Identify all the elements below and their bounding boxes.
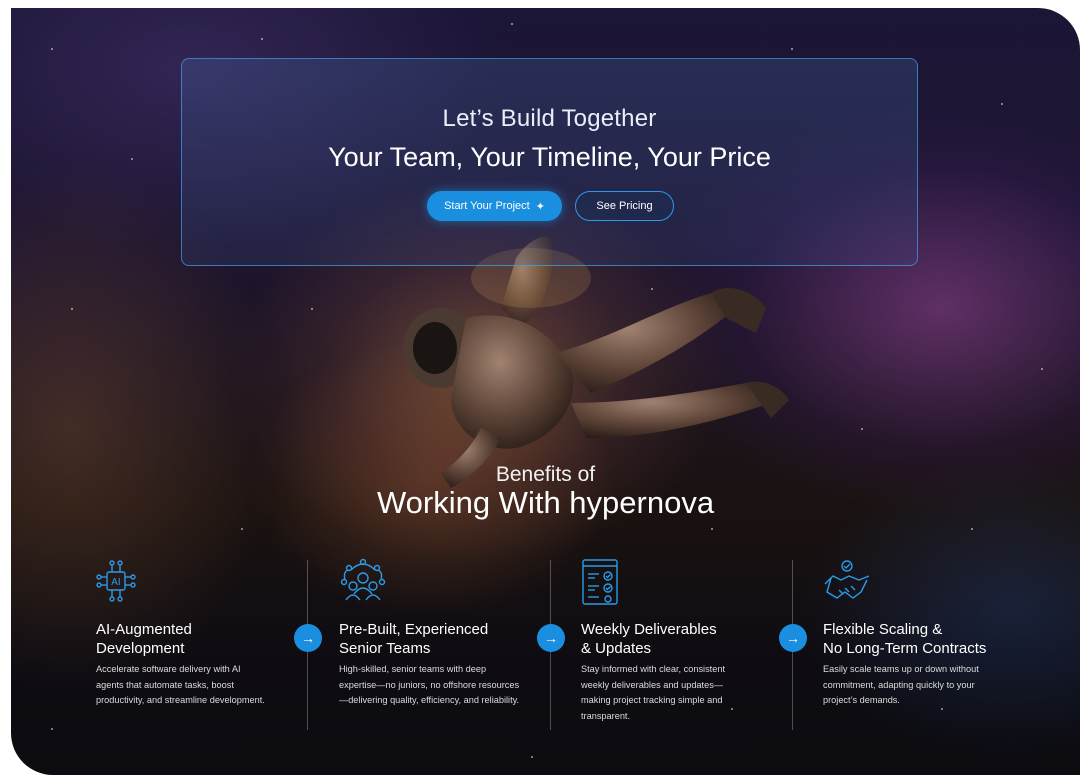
benefit-title: AI-Augmented Development bbox=[96, 621, 192, 657]
arrow-right-icon[interactable]: → bbox=[294, 624, 322, 652]
arrow-right-icon[interactable]: → bbox=[779, 624, 807, 652]
benefit-ai-augmented: AI AI-Augmented Development Accelerate s… bbox=[96, 558, 266, 709]
svg-text:AI: AI bbox=[111, 577, 120, 588]
cta-title: Your Team, Your Timeline, Your Price bbox=[328, 142, 771, 172]
sparkle-icon: ✦ bbox=[535, 200, 545, 213]
benefit-description: Stay informed with clear, consistent wee… bbox=[581, 664, 726, 721]
team-network-icon bbox=[340, 558, 386, 601]
hero-section: Let’s Build Together Your Team, Your Tim… bbox=[11, 8, 1080, 775]
start-project-button[interactable]: Start Your Project ✦ bbox=[427, 191, 562, 221]
start-project-label: Start Your Project bbox=[444, 200, 530, 212]
see-pricing-label: See Pricing bbox=[596, 200, 653, 212]
benefit-description: High-skilled, senior teams with deep exp… bbox=[339, 664, 520, 706]
handshake-icon bbox=[824, 560, 870, 599]
see-pricing-button[interactable]: See Pricing bbox=[575, 191, 674, 221]
benefits-kicker: Benefits of bbox=[495, 463, 596, 486]
benefit-title: Weekly Deliverables & Updates bbox=[581, 621, 717, 657]
benefit-flexible-scaling: Flexible Scaling & No Long-Term Contract… bbox=[823, 558, 1008, 709]
checklist-icon bbox=[582, 559, 618, 605]
benefit-description: Accelerate software delivery with AI age… bbox=[96, 664, 265, 706]
benefit-senior-teams: Pre-Built, Experienced Senior Teams High… bbox=[339, 558, 524, 709]
benefit-title: Flexible Scaling & No Long-Term Contract… bbox=[823, 621, 987, 657]
benefit-description: Easily scale teams up or down without co… bbox=[823, 664, 979, 706]
benefits-title: Working With hypernova bbox=[376, 485, 715, 520]
cta-kicker: Let’s Build Together bbox=[442, 105, 657, 132]
benefit-weekly-deliverables: Weekly Deliverables & Updates Stay infor… bbox=[581, 558, 751, 724]
arrow-right-icon[interactable]: → bbox=[537, 624, 565, 652]
benefit-title: Pre-Built, Experienced Senior Teams bbox=[339, 621, 489, 657]
ai-chip-icon: AI bbox=[96, 560, 136, 602]
cta-panel: Let’s Build Together Your Team, Your Tim… bbox=[181, 58, 918, 266]
